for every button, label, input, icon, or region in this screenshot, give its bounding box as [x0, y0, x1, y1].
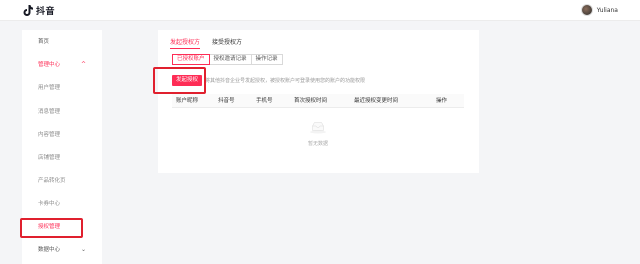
subtab-invitation-records[interactable]: 授权邀请记录	[208, 54, 252, 65]
sidebar-item-label: 卡券中心	[38, 201, 61, 207]
tiktok-logo-icon	[23, 4, 33, 16]
column-header: 账户昵称	[176, 98, 199, 104]
column-header: 最近授权变更时间	[354, 98, 399, 104]
column-header: 首次授权时间	[294, 98, 328, 104]
sidebar-item-store-management[interactable]: 店铺管理	[22, 152, 102, 164]
sidebar-item-label: 内容管理	[38, 132, 61, 138]
sidebar-item-content-management[interactable]: 内容管理	[22, 129, 102, 141]
chevron-down-icon: ⌄	[80, 246, 86, 253]
user-menu[interactable]: Yuliana	[580, 3, 618, 17]
sidebar-item-label: 消息管理	[38, 109, 61, 115]
annotation-highlight-button	[153, 67, 206, 94]
table-header: 账户昵称 抖音号 手机号 首次授权时间 最近授权变更时间 操作	[172, 94, 464, 108]
subtab-authorized-accounts[interactable]: 已授权账户	[172, 54, 210, 65]
sidebar-item-data-center[interactable]: 数据中心 ⌄	[22, 244, 102, 256]
sidebar-item-user-management[interactable]: 用户管理	[22, 82, 102, 94]
annotation-highlight-sidebar	[20, 218, 83, 238]
main-tabs: 发起授权方 接受授权方	[170, 38, 254, 49]
main-panel: 发起授权方 接受授权方 已授权账户 授权邀请记录 操作记录 发起授权 将其他抖音…	[158, 30, 479, 173]
logo[interactable]: 抖音	[22, 3, 55, 17]
sidebar-item-label: 产品转化页	[38, 178, 66, 184]
sidebar-item-label: 用户管理	[38, 85, 61, 91]
empty-text: 暂无数据	[307, 141, 328, 147]
sub-tabs: 已授权账户 授权邀请记录 操作记录	[172, 54, 283, 65]
logo-text: 抖音	[36, 6, 56, 17]
avatar[interactable]	[580, 4, 593, 16]
subtab-operation-records[interactable]: 操作记录	[250, 54, 283, 65]
empty-state: 暂无数据	[172, 109, 464, 155]
user-name: Yuliana	[596, 6, 618, 14]
column-header: 手机号	[256, 98, 273, 104]
sidebar-item-management-center[interactable]: 管理中心 ^	[22, 59, 102, 71]
sidebar-item-label: 管理中心	[38, 62, 61, 68]
column-header: 操作	[436, 98, 448, 104]
sidebar-item-home[interactable]: 首页	[22, 36, 102, 48]
chevron-up-icon: ^	[80, 61, 86, 68]
authorization-table: 账户昵称 抖音号 手机号 首次授权时间 最近授权变更时间 操作	[172, 94, 464, 108]
empty-inbox-icon	[310, 122, 326, 134]
tab-initiate-authorization[interactable]: 发起授权方	[170, 38, 201, 49]
sidebar-item-label: 店铺管理	[38, 155, 61, 161]
sidebar-item-product-conversion[interactable]: 产品转化页	[22, 175, 102, 187]
top-bar: 抖音 Yuliana	[0, 0, 640, 21]
sidebar-item-coupon-center[interactable]: 卡券中心	[22, 198, 102, 210]
column-header: 抖音号	[218, 98, 235, 104]
sidebar-item-label: 数据中心	[38, 247, 61, 253]
sidebar-item-message-management[interactable]: 消息管理	[22, 106, 102, 118]
sidebar-item-label: 首页	[38, 39, 50, 45]
tab-accept-authorization[interactable]: 接受授权方	[212, 38, 242, 48]
authorization-hint: 将其他抖音企业号发起授权，被授权账户可登录使用您的账户的功能权限	[205, 77, 366, 84]
